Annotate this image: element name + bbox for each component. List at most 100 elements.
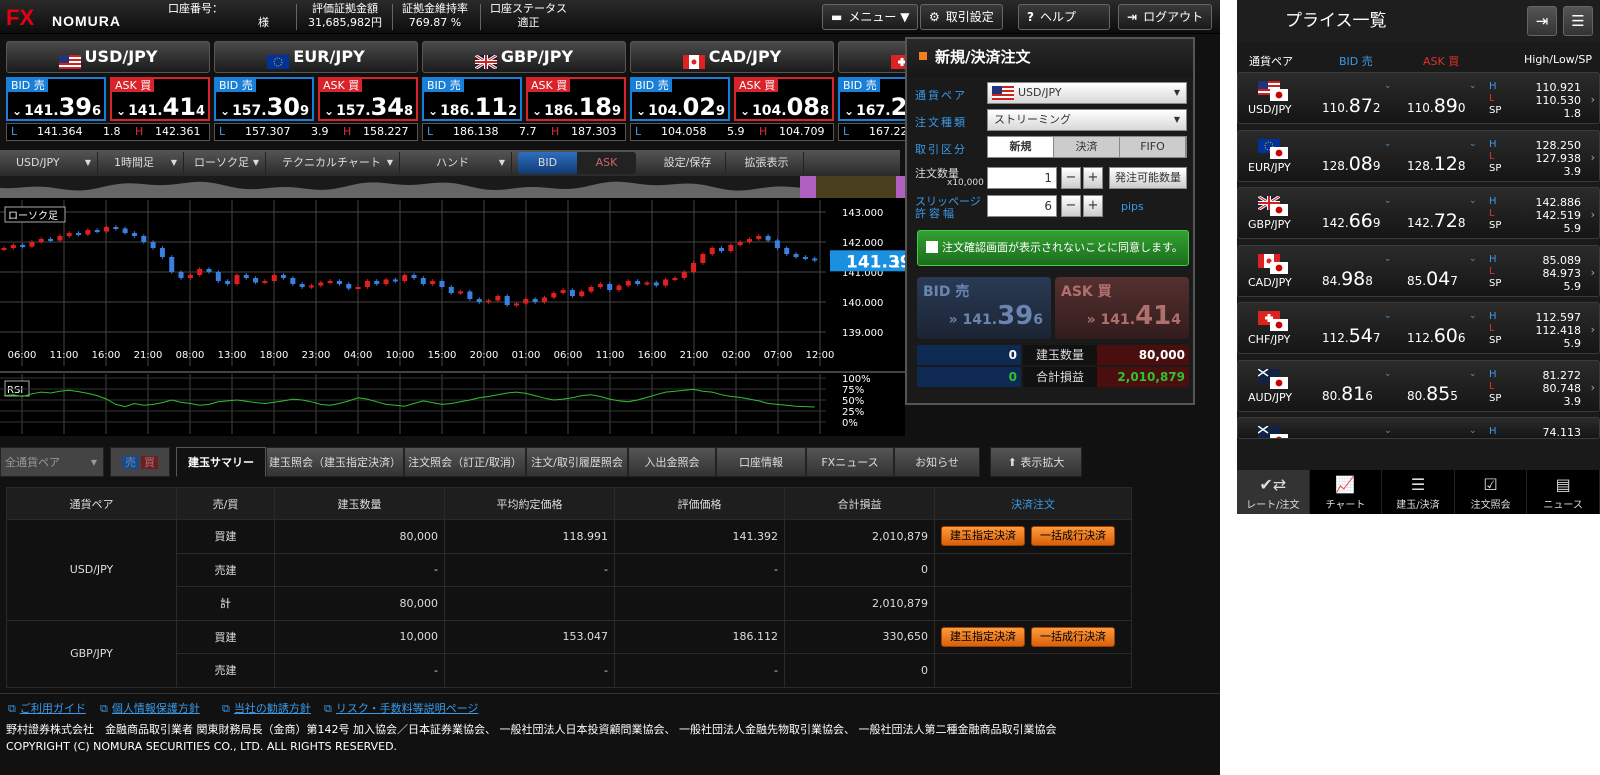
row-side: 買建 (176, 519, 275, 554)
row-ask[interactable]: 142.728 (1407, 210, 1466, 232)
l-label: L (1489, 438, 1501, 439)
ask-order-button[interactable]: ASK 買 » 141.414 (1055, 277, 1189, 339)
chart-pair-select[interactable]: USD/JPY ▼ (10, 152, 98, 174)
order-type-select[interactable]: ストリーミング (987, 109, 1187, 131)
hamburger-button[interactable]: ☰ (1563, 6, 1593, 36)
qty-input[interactable]: 1 (987, 167, 1057, 189)
ask-big: 41 (162, 93, 197, 121)
pair-filter-select[interactable]: 全通貨ペア ▼ (0, 447, 104, 477)
link-privacy[interactable]: 個人情報保護方針 (100, 700, 200, 716)
tab-position-summary[interactable]: 建玉サマリー (176, 447, 266, 477)
hand-select[interactable]: ハンド ▼ (412, 152, 512, 174)
tab-account[interactable]: 口座情報 (716, 447, 806, 477)
price-row[interactable]: ⌄ ⌄ HLSP 74.11373.866 › (1237, 417, 1600, 439)
help-button[interactable]: ? ヘルプ (1018, 4, 1110, 30)
link-guide[interactable]: ご利用ガイド (8, 700, 86, 716)
row-ask[interactable]: 80.855 (1407, 383, 1458, 405)
qty-minus-button[interactable]: − (1061, 167, 1081, 189)
specify-close-button[interactable]: 建玉指定決済 (941, 626, 1025, 647)
nav-position[interactable]: ☰ 建玉/決済 (1382, 470, 1455, 514)
ask-toggle[interactable]: ASK (578, 152, 636, 174)
high-value: 142.886 (1535, 196, 1582, 209)
side-filter[interactable]: 売買 (110, 447, 170, 477)
slip-plus-button[interactable]: + (1083, 195, 1103, 217)
bulk-close-button[interactable]: 一括成行決済 (1031, 626, 1115, 647)
order-pair-select[interactable]: USD/JPY (987, 82, 1187, 104)
down-arrow-icon: ⌄ (12, 104, 23, 118)
h-label: H (1489, 253, 1497, 265)
row-ask[interactable]: 110.890 (1407, 95, 1466, 117)
bid-toggle[interactable]: BID (518, 152, 578, 174)
bid-quote-button[interactable]: BID 売 ⌄ 141.396 (6, 77, 106, 121)
bid-quote-button[interactable]: BID 売 ⌄ 104.029 (630, 77, 730, 121)
bid-quote-button[interactable]: BID 売 ⌄ 186.112 (422, 77, 522, 121)
row-ask[interactable]: 112.606 (1407, 325, 1466, 347)
technical-select[interactable]: テクニカルチャート ▼ (276, 152, 400, 174)
x-tick-label: 21:00 (134, 350, 163, 361)
kind-close[interactable]: 決済 (1054, 137, 1120, 157)
ask-quote-button[interactable]: ASK 買 ⌄ 186.189 (526, 77, 626, 121)
link-risk[interactable]: リスク・手数料等説明ページ (324, 700, 479, 716)
confirm-skip-checkbox[interactable]: 注文確認画面が表示されないことに同意します。 (917, 230, 1189, 266)
candlestick-chart[interactable]: 143.000142.000141.000140.000139.00006:00… (0, 176, 912, 436)
chart-type-select[interactable]: ローソク足 ▼ (188, 152, 266, 174)
price-row[interactable]: AUD/JPY ⌄ 80.816 ⌄ 80.855 H L SP 81.272 80.748 3.9… (1237, 359, 1600, 412)
nav-rate-order[interactable]: ✔⇄ レート/注文 (1237, 470, 1310, 514)
row-ask[interactable]: 85.047 (1407, 268, 1458, 290)
price-row[interactable]: USD/JPY ⌄ 110.872 ⌄ 110.890 H L SP 110.921 110.53… (1237, 72, 1600, 124)
chart-area[interactable]: 143.000 142.000 141.000 140.000 139.000 06:00… (0, 176, 912, 436)
overview-handle[interactable] (800, 176, 816, 198)
specify-close-button[interactable]: 建玉指定決済 (941, 526, 1025, 547)
position-qty-row: 0 建玉数量 80,000 (917, 345, 1189, 365)
slip-minus-button[interactable]: − (1061, 195, 1081, 217)
nav-news[interactable]: ▤ ニュース (1527, 470, 1600, 514)
price-box-header[interactable]: EUR/JPY (214, 41, 418, 73)
row-ask[interactable]: 128.128 (1407, 153, 1466, 175)
row-bid[interactable]: 80.816 (1322, 383, 1373, 405)
row-bid[interactable]: 84.988 (1322, 268, 1373, 290)
down-arrow-icon: » (948, 312, 963, 328)
price-row[interactable]: CAD/JPY ⌄ 84.988 ⌄ 85.047 H L SP 85.089 84.973 5.9… (1237, 244, 1600, 297)
bulk-close-button[interactable]: 一括成行決済 (1031, 526, 1115, 547)
ask-quote-button[interactable]: ASK 買 ⌄ 141.414 (110, 77, 210, 121)
menu-button[interactable]: ▬ メニュー ▼ (822, 4, 919, 30)
overview-handle[interactable] (896, 176, 905, 198)
ask-quote-button[interactable]: ASK 買 ⌄ 157.348 (318, 77, 418, 121)
bid-quote-button[interactable]: BID 売 ⌄ 157.309 (214, 77, 314, 121)
qty-plus-button[interactable]: + (1083, 167, 1103, 189)
nav-chart[interactable]: 📈 チャート (1310, 470, 1383, 514)
nav-order-inquiry[interactable]: ☑ 注文照会 (1455, 470, 1528, 514)
high-value: 142.361 (155, 125, 201, 138)
save-button[interactable]: 設定/保存 (650, 152, 726, 174)
trade-settings-button[interactable]: ⚙ 取引設定 (920, 4, 1003, 30)
price-row[interactable]: CHF/JPY ⌄ 112.547 ⌄ 112.606 H L SP 112.597 112.41… (1237, 302, 1600, 354)
overview-window[interactable] (816, 176, 896, 198)
row-bid[interactable]: 142.669 (1322, 210, 1381, 232)
price-box-header[interactable]: GBP/JPY (422, 41, 626, 73)
row-bid[interactable]: 110.872 (1322, 95, 1381, 117)
expand-view-button[interactable]: 拡張表示 (730, 152, 804, 174)
tab-notice[interactable]: お知らせ (894, 447, 980, 477)
tab-cashflow[interactable]: 入出金照会 (628, 447, 716, 477)
kind-new[interactable]: 新規 (988, 137, 1054, 157)
price-row[interactable]: EUR/JPY ⌄ 128.089 ⌄ 128.128 H L SP 128.250 127.93… (1237, 129, 1600, 182)
tab-history[interactable]: 注文/取引履歴照会 (526, 447, 628, 477)
price-row[interactable]: GBP/JPY ⌄ 142.669 ⌄ 142.728 H L SP 142.886 142.51… (1237, 187, 1600, 239)
available-qty-button[interactable]: 発注可能数量 (1109, 167, 1187, 189)
logout-button[interactable]: ⇥ ログアウト (1118, 4, 1213, 30)
slippage-input[interactable]: 6 (987, 195, 1057, 217)
kind-fifo[interactable]: FIFO (1120, 137, 1186, 157)
tab-news[interactable]: FXニュース (806, 447, 894, 477)
exit-button[interactable]: ⇥ (1527, 6, 1557, 36)
chart-interval-select[interactable]: 1時間足 ▼ (108, 152, 184, 174)
tab-position-inquiry[interactable]: 建玉照会（建玉指定決済） (266, 447, 404, 477)
link-solicitation[interactable]: 当社の勧誘方針 (222, 700, 311, 716)
row-bid[interactable]: 128.089 (1322, 153, 1381, 175)
price-box-header[interactable]: CAD/JPY (630, 41, 834, 73)
bid-order-button[interactable]: BID 売 » 141.396 (917, 277, 1051, 339)
expand-tab-button[interactable]: ⬆ 表示拡大 (990, 447, 1082, 477)
price-box-header[interactable]: USD/JPY (6, 41, 210, 73)
ask-quote-button[interactable]: ASK 買 ⌄ 104.088 (734, 77, 834, 121)
row-bid[interactable]: 112.547 (1322, 325, 1381, 347)
tab-order-inquiry[interactable]: 注文照会（訂正/取消） (404, 447, 526, 477)
